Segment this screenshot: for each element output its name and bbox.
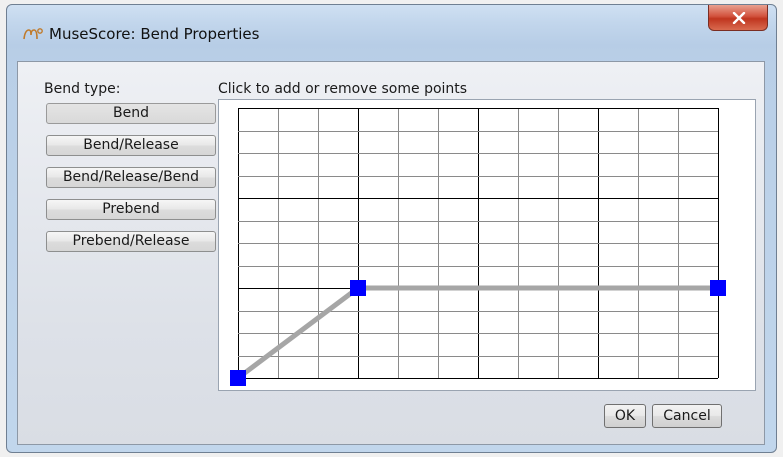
ok-button[interactable]: OK: [604, 404, 646, 428]
bend-type-bend-button[interactable]: Bend: [46, 103, 216, 124]
musescore-logo-icon: [23, 28, 43, 40]
bend-type-prebend-button[interactable]: Prebend: [46, 199, 216, 220]
cancel-button[interactable]: Cancel: [652, 404, 722, 428]
window-title: MuseScore: Bend Properties: [49, 25, 260, 43]
bend-point-handle[interactable]: [710, 280, 726, 296]
dialog-window: MuseScore: Bend Properties Bend type: Cl…: [6, 4, 777, 453]
close-button[interactable]: [708, 5, 768, 31]
bend-grid[interactable]: [219, 100, 755, 390]
grid-hint-label: Click to add or remove some points: [218, 81, 468, 97]
bend-type-label: Bend type:: [44, 81, 121, 97]
title-bar[interactable]: MuseScore: Bend Properties: [7, 5, 776, 61]
bend-point-handle[interactable]: [350, 280, 366, 296]
bend-grid-canvas[interactable]: [218, 99, 756, 391]
bend-type-bend-release-bend-button[interactable]: Bend/Release/Bend: [46, 167, 216, 188]
dialog-client-area: Bend type: Click to add or remove some p…: [17, 61, 765, 445]
close-icon: [732, 12, 746, 24]
bend-type-prebend-release-button[interactable]: Prebend/Release: [46, 231, 216, 252]
bend-point-handle[interactable]: [230, 370, 246, 386]
bend-type-bend-release-button[interactable]: Bend/Release: [46, 135, 216, 156]
